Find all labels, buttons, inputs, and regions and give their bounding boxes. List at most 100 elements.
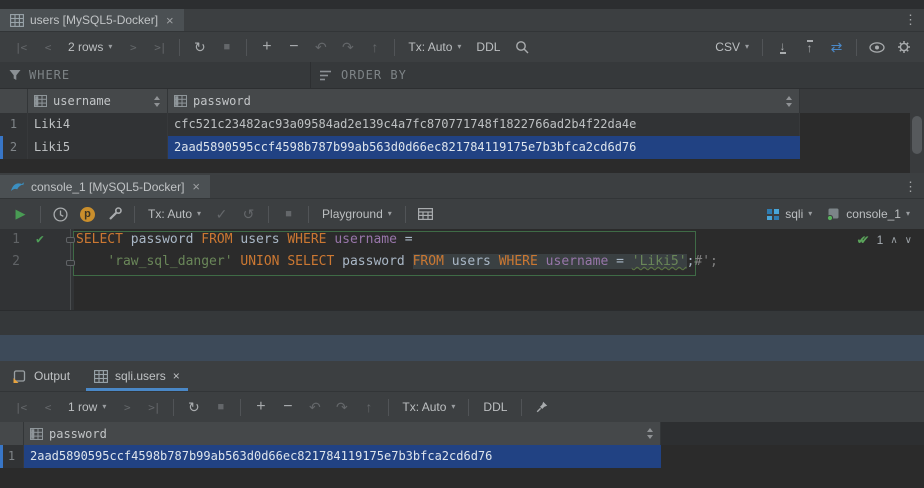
session-selector[interactable]: console_1 ▾: [820, 202, 916, 226]
rollback-icon[interactable]: ↺: [236, 202, 261, 226]
result-toolbar: |< < 1 row ▾ > >| ↻ ■ + − ↶ ↷ ↑ Tx: Auto…: [0, 392, 924, 422]
chevron-down-icon: ▾: [457, 43, 461, 51]
code-line[interactable]: SELECT password FROM users WHERE usernam…: [76, 229, 924, 251]
tab-sqli-users-result[interactable]: sqli.users ×: [82, 361, 192, 391]
cell-password[interactable]: cfc521c23482ac93a09584ad2e139c4a7fc87077…: [168, 113, 800, 136]
scrollbar-thumb[interactable]: [912, 116, 922, 154]
line-number: 2: [4, 251, 20, 273]
sort-indicator-icon[interactable]: [786, 96, 793, 107]
chevron-down-icon: ▾: [108, 43, 112, 51]
previous-page-icon[interactable]: <: [35, 35, 60, 59]
column-header-password[interactable]: password: [24, 422, 661, 445]
redo-icon[interactable]: ↷: [329, 395, 354, 419]
undo-icon[interactable]: ↶: [302, 395, 327, 419]
schema-selector[interactable]: sqli ▾: [760, 202, 818, 226]
sql-editor[interactable]: 1 2 ✔ SELECT password FROM users WHERE u…: [0, 229, 924, 310]
tx-mode-dropdown[interactable]: Tx: Auto ▾: [396, 395, 461, 419]
add-row-icon[interactable]: +: [254, 35, 279, 59]
undo-icon[interactable]: ↶: [308, 35, 333, 59]
export-format-dropdown[interactable]: CSV ▾: [709, 35, 755, 59]
cell-password-selected[interactable]: 2aad5890595ccf4598b787b99ab563d0d66ec821…: [168, 136, 800, 159]
users-data-grid: username password 1 Liki4 cfc521c23482ac…: [0, 89, 924, 173]
import-data-icon[interactable]: ↑: [797, 35, 822, 59]
order-by-field[interactable]: ORDER BY: [311, 62, 416, 88]
sort-indicator-icon[interactable]: [154, 96, 161, 107]
tab-console-1[interactable]: console_1 [MySQL5-Docker] ×: [0, 175, 210, 198]
previous-page-icon[interactable]: <: [35, 395, 60, 419]
last-row-icon[interactable]: >|: [147, 35, 172, 59]
close-icon[interactable]: ×: [173, 369, 180, 383]
run-icon[interactable]: ▶: [8, 202, 33, 226]
tab-users-table[interactable]: users [MySQL5-Docker] ×: [0, 9, 184, 31]
stop-icon[interactable]: ■: [208, 395, 233, 419]
settings-gear-icon[interactable]: [891, 35, 916, 59]
close-icon[interactable]: ×: [192, 179, 200, 194]
column-icon: [174, 95, 187, 107]
where-filter-field[interactable]: WHERE: [0, 62, 310, 88]
close-icon[interactable]: ×: [166, 13, 174, 28]
ddl-button[interactable]: DDL: [469, 40, 507, 54]
cell-username[interactable]: Liki5: [28, 136, 168, 159]
fold-handle-icon[interactable]: [66, 260, 75, 266]
compare-data-icon[interactable]: ⇄: [824, 35, 849, 59]
tx-mode-dropdown[interactable]: Tx: Auto ▾: [142, 202, 207, 226]
column-header-username[interactable]: username: [28, 89, 168, 113]
parameters-icon[interactable]: p: [75, 202, 100, 226]
code-line[interactable]: 'raw_sql_danger' UNION SELECT password F…: [76, 251, 924, 273]
export-data-icon[interactable]: ↓: [770, 35, 795, 59]
submit-icon[interactable]: ↑: [356, 395, 381, 419]
reload-icon[interactable]: ↻: [187, 35, 212, 59]
pin-icon[interactable]: [529, 395, 554, 419]
first-row-icon[interactable]: |<: [8, 395, 33, 419]
table-grid-icon: [10, 14, 24, 27]
search-icon[interactable]: [509, 35, 534, 59]
sort-lines-icon: [320, 70, 333, 81]
ddl-button[interactable]: DDL: [476, 400, 514, 414]
more-menu-icon[interactable]: ⋮: [896, 12, 924, 28]
view-options-eye-icon[interactable]: [864, 35, 889, 59]
redo-icon[interactable]: ↷: [335, 35, 360, 59]
table-row: 2 Liki5 2aad5890595ccf4598b787b99ab563d0…: [0, 136, 800, 159]
tool-window-header: [0, 335, 924, 361]
reload-icon[interactable]: ↻: [181, 395, 206, 419]
wrench-icon[interactable]: [102, 202, 127, 226]
panel-splitter[interactable]: [0, 310, 924, 335]
submit-icon[interactable]: ↑: [362, 35, 387, 59]
commit-icon[interactable]: ✓: [209, 202, 234, 226]
delete-row-icon[interactable]: −: [281, 35, 306, 59]
tab-title: users [MySQL5-Docker]: [30, 13, 158, 27]
playground-dropdown[interactable]: Playground ▾: [316, 202, 398, 226]
previous-problem-icon[interactable]: ∧: [890, 235, 897, 246]
delete-row-icon[interactable]: −: [275, 395, 300, 419]
fold-handle-icon[interactable]: [66, 237, 75, 243]
row-number[interactable]: 1: [0, 445, 24, 468]
page-size-dropdown[interactable]: 1 row ▾: [62, 395, 112, 419]
tab-output[interactable]: Output: [0, 361, 82, 391]
more-menu-icon[interactable]: ⋮: [896, 179, 924, 195]
toolbar-separator: [268, 206, 269, 223]
next-page-icon[interactable]: >: [120, 35, 145, 59]
history-clock-icon[interactable]: [48, 202, 73, 226]
next-page-icon[interactable]: >: [114, 395, 139, 419]
stop-icon[interactable]: ■: [214, 35, 239, 59]
cell-username[interactable]: Liki4: [28, 113, 168, 136]
row-number[interactable]: 1: [0, 113, 28, 136]
tx-mode-dropdown[interactable]: Tx: Auto ▾: [402, 35, 467, 59]
inspection-ok-icon: ✔✔: [857, 233, 870, 247]
row-number[interactable]: 2: [0, 136, 28, 159]
row-number-header[interactable]: [0, 422, 24, 445]
next-problem-icon[interactable]: ∨: [905, 235, 912, 246]
sort-indicator-icon[interactable]: [647, 428, 654, 439]
last-row-icon[interactable]: >|: [141, 395, 166, 419]
cell-password-selected[interactable]: 2aad5890595ccf4598b787b99ab563d0d66ec821…: [24, 445, 661, 468]
row-number-header[interactable]: [0, 89, 28, 113]
first-row-icon[interactable]: |<: [8, 35, 33, 59]
chevron-down-icon: ▾: [808, 210, 812, 218]
chevron-down-icon: ▾: [388, 210, 392, 218]
stop-icon[interactable]: ■: [276, 202, 301, 226]
page-size-dropdown[interactable]: 2 rows ▾: [62, 35, 118, 59]
add-row-icon[interactable]: +: [248, 395, 273, 419]
column-header-password[interactable]: password: [168, 89, 800, 113]
inspections-widget[interactable]: ✔✔ 1 ∧ ∨: [857, 233, 912, 247]
in-editor-results-icon[interactable]: [413, 202, 438, 226]
